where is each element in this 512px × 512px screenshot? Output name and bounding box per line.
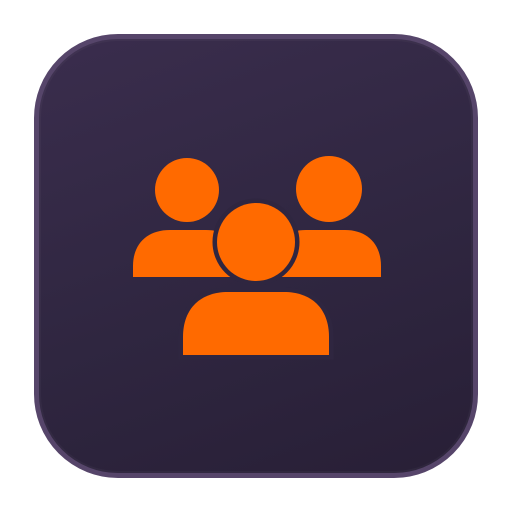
icon-canvas <box>0 0 512 512</box>
group-users-icon <box>133 156 381 360</box>
front-person-icon <box>178 198 334 360</box>
